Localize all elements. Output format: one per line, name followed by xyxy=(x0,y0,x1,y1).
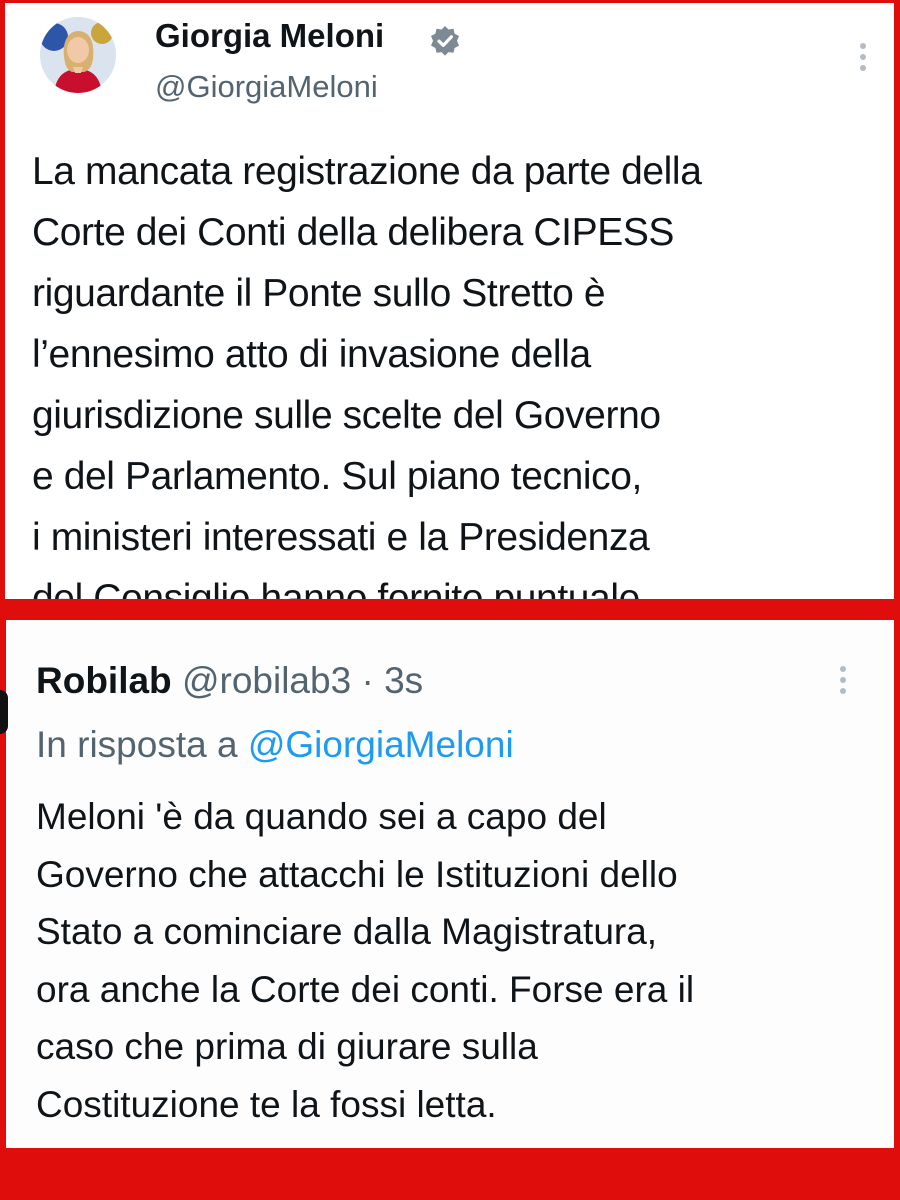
author-handle[interactable]: @GiorgiaMeloni xyxy=(155,69,378,105)
tweet-text-line: La mancata registrazione da parte della xyxy=(32,150,702,193)
reply-text-line: ora anche la Corte dei conti. Forse era … xyxy=(36,968,695,1010)
tweet-text: La mancata registrazione da parte della … xyxy=(32,141,892,599)
reply-text-line: Governo che attacchi le Istituzioni dell… xyxy=(36,853,678,895)
tweet-text-line: giurisdizione sulle scelte del Governo xyxy=(32,394,661,437)
reply-author-name[interactable]: Robilab xyxy=(36,660,172,701)
reply-to-mention-link[interactable]: @GiorgiaMeloni xyxy=(248,724,514,765)
tweet-text-line: Corte dei Conti della delibera CIPESS xyxy=(32,211,675,254)
reply-text-line: caso che prima di giurare sulla xyxy=(36,1026,538,1067)
red-frame-bottom xyxy=(0,1150,900,1200)
avatar-edge-fragment xyxy=(0,690,8,734)
tweet-text-line: l’ennesimo atto di invasione della xyxy=(32,333,591,376)
separator-dot: · xyxy=(351,660,385,701)
tweet-text-line: del Consiglio hanno fornito puntuale xyxy=(32,577,640,599)
author-name[interactable]: Giorgia Meloni xyxy=(155,17,384,55)
reply-header: Robilab @robilab3 · 3s xyxy=(36,660,423,702)
tweet-text-line: i ministeri interessati e la Presidenza xyxy=(32,516,650,559)
avatar[interactable] xyxy=(40,17,116,93)
reply-context: In risposta a @GiorgiaMeloni xyxy=(36,724,514,766)
tweet-text-line: e del Parlamento. Sul piano tecnico, xyxy=(32,455,642,498)
more-options-icon[interactable] xyxy=(838,666,848,700)
reply-text-line: Meloni 'è da quando sei a capo del xyxy=(36,796,607,837)
reply-timestamp[interactable]: 3s xyxy=(384,660,423,701)
more-options-icon[interactable] xyxy=(858,43,868,77)
avatar-image xyxy=(40,17,116,93)
reply-to-label: In risposta a xyxy=(36,724,248,765)
reply-text: Meloni 'è da quando sei a capo del Gover… xyxy=(36,788,886,1133)
original-tweet-card: Giorgia Meloni @GiorgiaMeloni La mancata… xyxy=(5,3,894,599)
reply-tweet-card: Robilab @robilab3 · 3s In risposta a @Gi… xyxy=(6,620,894,1148)
tweet-text-line: riguardante il Ponte sullo Stretto è xyxy=(32,272,606,315)
reply-author-handle[interactable]: @robilab3 xyxy=(182,660,351,701)
reply-text-line: Costituzione te la fossi letta. xyxy=(36,1083,497,1125)
verified-badge-icon xyxy=(431,26,459,56)
reply-text-line: Stato a cominciare dalla Magistratura, xyxy=(36,911,658,952)
